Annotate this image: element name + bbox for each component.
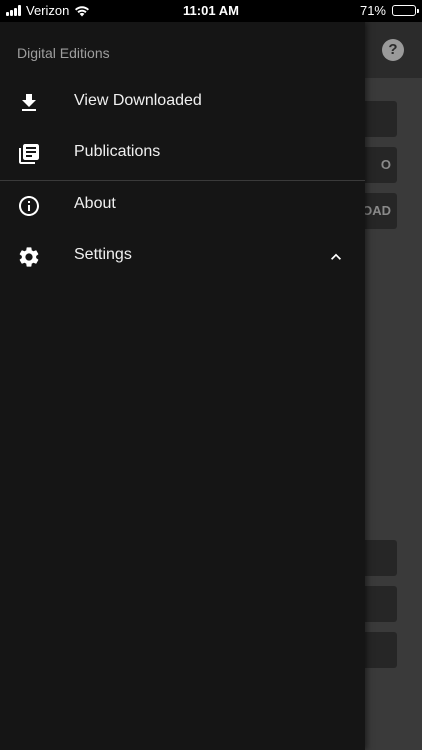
clock: 11:01 AM [183,3,239,18]
battery-icon [392,5,419,16]
menu-item-view-downloaded[interactable]: View Downloaded [0,77,365,129]
menu-item-label: Settings [74,246,132,263]
menu-item-settings[interactable]: Settings [0,231,365,283]
gear-icon [19,247,39,267]
menu-item-label: About [74,195,116,212]
drawer-title: Digital Editions [17,45,110,61]
navigation-drawer: Digital Editions View Downloaded Publica… [0,22,365,750]
battery-percent: 71% [359,3,386,18]
menu-item-publications[interactable]: Publications [0,128,365,180]
chevron-up-icon[interactable] [326,247,346,267]
status-bar: Verizon 11:01 AM 71% [0,0,422,22]
publications-icon [19,144,39,164]
menu-item-label: Publications [74,143,161,160]
info-icon [19,196,39,216]
status-right: 71% [359,3,419,18]
download-icon [22,94,36,111]
menu-item-label: View Downloaded [74,92,202,109]
menu-item-about[interactable]: About [0,180,365,232]
help-icon[interactable]: ? [382,39,404,61]
